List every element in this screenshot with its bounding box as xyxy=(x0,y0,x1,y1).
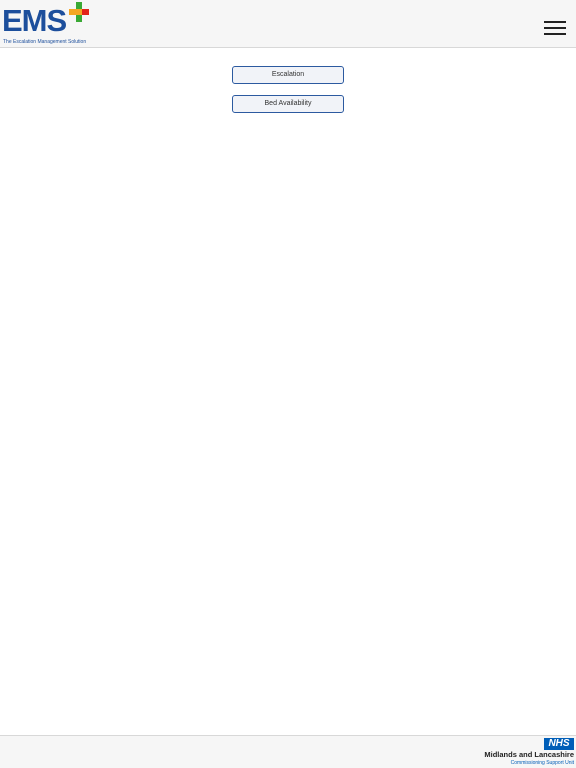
logo-text: EMS xyxy=(2,3,67,38)
org-subtitle: Commissioning Support Unit xyxy=(510,760,574,766)
nhs-logo: NHS xyxy=(544,738,574,750)
menu-bar xyxy=(544,21,566,23)
app-header: EMS The Escalation Management Solution xyxy=(0,0,576,48)
ems-logo: EMS The Escalation Management Solution xyxy=(2,2,92,46)
bed-availability-button[interactable]: Bed Availability xyxy=(232,95,344,113)
org-name: Midlands and Lancashire xyxy=(484,750,574,759)
app-page: EMS The Escalation Management Solution E… xyxy=(0,0,576,768)
escalation-button[interactable]: Escalation xyxy=(232,66,344,84)
menu-bar xyxy=(544,27,566,29)
menu-bar xyxy=(544,33,566,35)
plus-cross-icon xyxy=(69,2,89,22)
app-footer: NHS Midlands and Lancashire Commissionin… xyxy=(0,735,576,768)
hamburger-menu-icon[interactable] xyxy=(544,21,566,37)
logo-tagline: The Escalation Management Solution xyxy=(3,39,87,45)
